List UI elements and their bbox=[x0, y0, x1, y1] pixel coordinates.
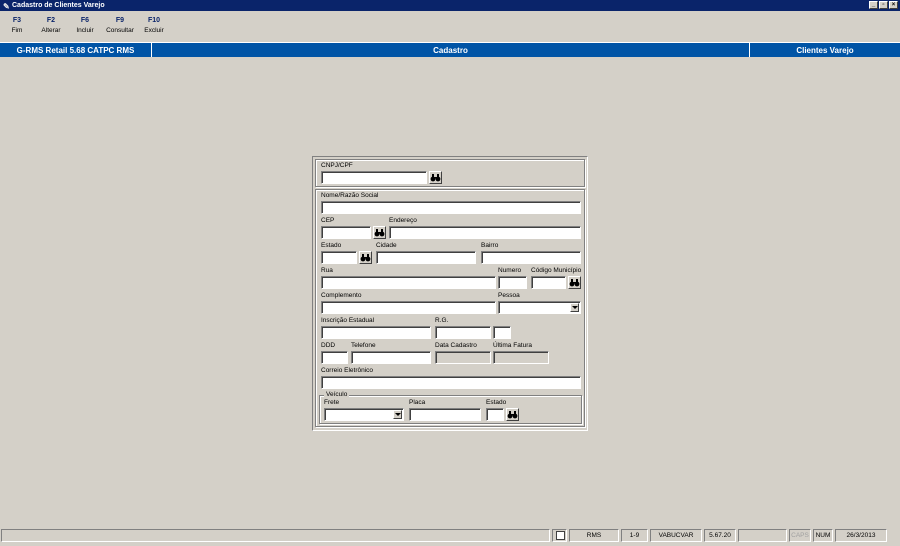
ultima-fatura-label: Última Fatura bbox=[493, 342, 533, 349]
cep-label: CEP bbox=[321, 217, 335, 224]
estado-input[interactable] bbox=[321, 251, 357, 264]
endereco-input[interactable] bbox=[389, 226, 581, 239]
endereco-label: Endereço bbox=[389, 217, 417, 224]
fim-label: Fim bbox=[11, 27, 23, 34]
veiculo-legend: Veículo bbox=[324, 391, 350, 399]
consultar-key: F9 bbox=[115, 17, 125, 24]
veiculo-estado-input[interactable] bbox=[486, 408, 504, 421]
status-rms: RMS bbox=[569, 529, 619, 542]
data-cadastro-field bbox=[435, 351, 491, 364]
bairro-input[interactable] bbox=[481, 251, 581, 264]
cnpj-input[interactable] bbox=[321, 171, 427, 184]
cnpj-label: CNPJ/CPF bbox=[321, 162, 353, 169]
document-icon bbox=[556, 531, 565, 540]
cnpj-group: CNPJ/CPF bbox=[315, 159, 585, 187]
cep-input[interactable] bbox=[321, 226, 371, 239]
incluir-label: Incluir bbox=[76, 27, 94, 34]
veiculo-estado-label: Estado bbox=[486, 399, 507, 406]
screen-title: Cadastro bbox=[433, 46, 468, 55]
estado-label: Estado bbox=[321, 242, 342, 249]
complemento-input[interactable] bbox=[321, 301, 496, 314]
alterar-button[interactable]: F2 Alterar bbox=[34, 15, 68, 36]
window-controls: _ ▫ × bbox=[869, 1, 898, 9]
status-program: VABUCVAR bbox=[650, 529, 702, 542]
alterar-label: Alterar bbox=[41, 27, 61, 34]
restore-button[interactable]: ▫ bbox=[879, 1, 888, 9]
screen-subtitle: Clientes Varejo bbox=[796, 46, 854, 55]
complemento-label: Complemento bbox=[321, 292, 362, 299]
binoculars-icon[interactable] bbox=[506, 408, 519, 421]
fim-button[interactable]: F3 Fim bbox=[0, 15, 34, 36]
ddd-input[interactable] bbox=[321, 351, 348, 364]
dropdown-arrow-icon[interactable] bbox=[570, 303, 579, 312]
consultar-label: Consultar bbox=[106, 27, 134, 34]
customer-form: CNPJ/CPF Nome/Razão Social CEP Endereço … bbox=[312, 156, 588, 431]
rg-uf-input[interactable] bbox=[493, 326, 511, 339]
frete-select[interactable] bbox=[324, 408, 404, 421]
frete-label: Frete bbox=[324, 399, 340, 406]
status-caps: CAPS bbox=[789, 529, 811, 542]
binoculars-icon[interactable] bbox=[359, 251, 372, 264]
rg-label: R.G. bbox=[435, 317, 449, 324]
ddd-label: DDD bbox=[321, 342, 336, 349]
codigo-municipio-input[interactable] bbox=[531, 276, 566, 289]
numero-input[interactable] bbox=[498, 276, 527, 289]
consultar-button[interactable]: F9 Consultar bbox=[103, 15, 137, 36]
nome-input[interactable] bbox=[321, 201, 581, 214]
rua-input[interactable] bbox=[321, 276, 496, 289]
binoculars-icon[interactable] bbox=[373, 226, 386, 239]
pessoa-select[interactable] bbox=[498, 301, 581, 314]
window-titlebar: ✎ Cadastro de Clientes Varejo _ ▫ × bbox=[0, 0, 900, 11]
excluir-label: Excluir bbox=[144, 27, 164, 34]
binoculars-icon[interactable] bbox=[429, 171, 442, 184]
cidade-label: Cidade bbox=[376, 242, 397, 249]
system-version: G-RMS Retail 5.68 CATPC RMS bbox=[16, 46, 135, 55]
status-range: 1-9 bbox=[621, 529, 648, 542]
rg-input[interactable] bbox=[435, 326, 491, 339]
telefone-label: Telefone bbox=[351, 342, 376, 349]
codigo-municipio-label: Código Município bbox=[531, 267, 582, 274]
binoculars-icon[interactable] bbox=[568, 276, 581, 289]
rua-label: Rua bbox=[321, 267, 333, 274]
customer-data-group: Nome/Razão Social CEP Endereço Estado Ci… bbox=[315, 189, 585, 427]
correio-label: Correio Eletrônico bbox=[321, 367, 374, 374]
data-cadastro-label: Data Cadastro bbox=[435, 342, 477, 349]
module-header: G-RMS Retail 5.68 CATPC RMS Cadastro Cli… bbox=[0, 42, 900, 57]
nome-label: Nome/Razão Social bbox=[321, 192, 379, 199]
excluir-key: F10 bbox=[147, 17, 161, 24]
excluir-button[interactable]: F10 Excluir bbox=[137, 15, 171, 36]
fim-key: F3 bbox=[12, 17, 22, 24]
alterar-key: F2 bbox=[46, 17, 56, 24]
close-button[interactable]: × bbox=[889, 1, 898, 9]
status-message bbox=[1, 529, 550, 542]
incluir-key: F6 bbox=[80, 17, 90, 24]
incluir-button[interactable]: F6 Incluir bbox=[68, 15, 102, 36]
dropdown-arrow-icon[interactable] bbox=[393, 410, 402, 419]
telefone-input[interactable] bbox=[351, 351, 431, 364]
status-bar: RMS 1-9 VABUCVAR 5.67.20 CAPS NUM 26/3/2… bbox=[0, 528, 900, 544]
status-num: NUM bbox=[813, 529, 833, 542]
ultima-fatura-field bbox=[493, 351, 549, 364]
inscricao-input[interactable] bbox=[321, 326, 431, 339]
cidade-input[interactable] bbox=[376, 251, 476, 264]
placa-label: Placa bbox=[409, 399, 426, 406]
minimize-button[interactable]: _ bbox=[869, 1, 878, 9]
pessoa-label: Pessoa bbox=[498, 292, 520, 299]
correio-input[interactable] bbox=[321, 376, 581, 389]
status-blank bbox=[738, 529, 787, 542]
veiculo-group: Veículo Frete Placa Estado bbox=[319, 391, 582, 424]
bairro-label: Bairro bbox=[481, 242, 499, 249]
status-date: 26/3/2013 bbox=[835, 529, 887, 542]
status-doc[interactable] bbox=[552, 529, 567, 542]
inscricao-label: Inscrição Estadual bbox=[321, 317, 375, 324]
placa-input[interactable] bbox=[409, 408, 481, 421]
function-key-toolbar: F3 Fim F2 Alterar F6 Incluir F9 Consulta… bbox=[0, 11, 900, 41]
numero-label: Numero bbox=[498, 267, 522, 274]
window-title: Cadastro de Clientes Varejo bbox=[12, 2, 105, 9]
status-version: 5.67.20 bbox=[704, 529, 736, 542]
